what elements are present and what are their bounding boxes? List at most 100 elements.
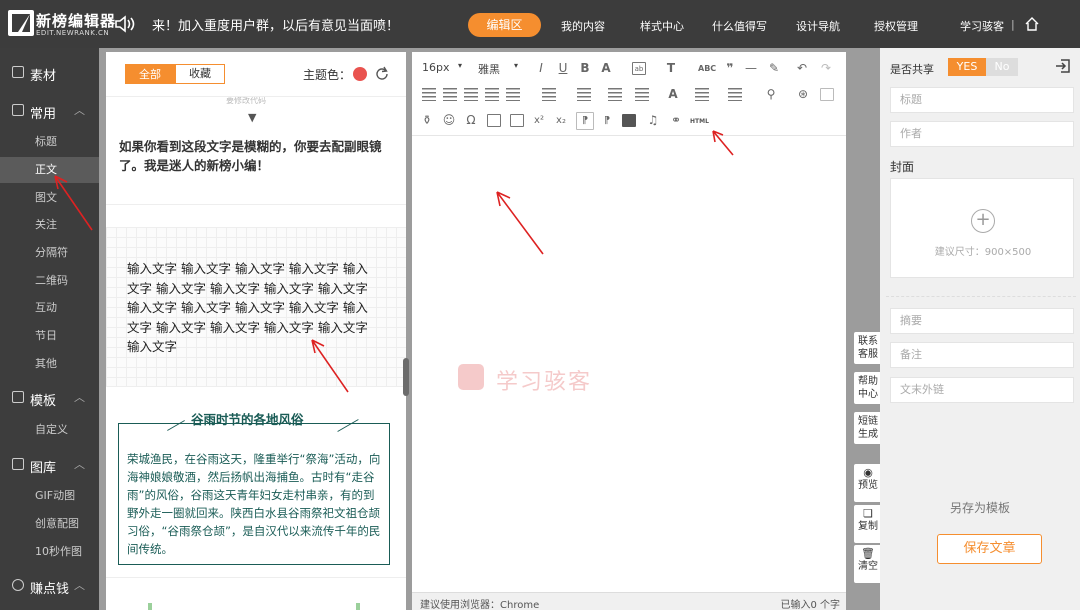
chevron-up-icon[interactable]: ︿ bbox=[74, 456, 85, 472]
copy-button[interactable]: ❏ 复制 bbox=[854, 505, 882, 543]
music-icon[interactable]: ♫ bbox=[646, 114, 660, 127]
template-card-grid-text[interactable]: 输入文字 输入文字 输入文字 输入文字 输入文字 输入文字 输入文字 输入文字 … bbox=[106, 227, 406, 387]
bg-color-icon[interactable]: ab bbox=[632, 62, 646, 75]
sidebar-item-follow[interactable]: 关注 bbox=[0, 212, 99, 238]
emoji-icon[interactable]: ☺ bbox=[442, 114, 456, 127]
chevron-down-icon[interactable]: ▾ bbox=[458, 61, 462, 70]
template-card-blur-text[interactable]: 要修改代码 ▼ 如果你看到这段文字是模糊的，你要去配副眼镜了。我是迷人的新榜小编… bbox=[106, 96, 406, 205]
font-color-icon[interactable]: A bbox=[599, 62, 613, 75]
underline-icon[interactable]: U bbox=[556, 62, 570, 75]
ordered-list-icon[interactable] bbox=[542, 88, 556, 101]
align-left-icon[interactable] bbox=[422, 88, 436, 101]
nav-design-nav[interactable]: 设计导航 bbox=[796, 18, 840, 34]
preview-button[interactable]: ◉ 预览 bbox=[854, 464, 882, 502]
nav-auth-manage[interactable]: 授权管理 bbox=[874, 18, 918, 34]
editor-content-area[interactable]: 学习骇客 bbox=[412, 136, 846, 592]
font-size-up-icon[interactable]: A bbox=[666, 88, 680, 101]
exit-icon[interactable] bbox=[1054, 57, 1072, 75]
paragraph-after-icon[interactable]: ⁋ bbox=[600, 114, 614, 127]
sidebar-item-custom[interactable]: 自定义 bbox=[0, 417, 99, 443]
sidebar-section-template[interactable]: 模板 ︿ bbox=[0, 385, 99, 411]
clear-button[interactable]: 🗑 清空 bbox=[854, 545, 882, 583]
tab-favorites[interactable]: 收藏 bbox=[175, 64, 225, 84]
refresh-icon[interactable] bbox=[375, 66, 389, 80]
sidebar-item-body[interactable]: 正文 bbox=[0, 157, 99, 183]
chevron-up-icon[interactable]: ︿ bbox=[74, 577, 85, 593]
html-source-button[interactable]: HTML bbox=[690, 118, 709, 125]
subscript-icon[interactable]: x₂ bbox=[554, 114, 568, 127]
sidebar-item-creative-image[interactable]: 创意配图 bbox=[0, 511, 99, 537]
image-icon[interactable] bbox=[487, 114, 501, 127]
paint-bucket-icon[interactable]: ⚱ bbox=[420, 114, 434, 127]
italic-icon[interactable]: I bbox=[534, 62, 548, 75]
undo-icon[interactable]: ↶ bbox=[795, 62, 809, 75]
title-input[interactable]: 标题 bbox=[890, 87, 1074, 113]
sidebar-section-common[interactable]: 常用 ︿ bbox=[0, 98, 99, 124]
align-justify-icon[interactable] bbox=[485, 88, 499, 101]
logo-text[interactable]: 新榜编辑器 bbox=[36, 10, 116, 31]
sidebar-item-gif[interactable]: GIF动图 bbox=[0, 483, 99, 509]
external-link-input[interactable]: 文末外链 bbox=[890, 377, 1074, 403]
save-as-template-link[interactable]: 另存为模板 bbox=[880, 499, 1080, 516]
tab-all[interactable]: 全部 bbox=[125, 64, 175, 84]
nav-edit-area[interactable]: 编辑区 bbox=[468, 13, 541, 37]
logo-icon[interactable] bbox=[8, 10, 34, 36]
image-edit-icon[interactable] bbox=[510, 114, 524, 127]
clear-format-icon[interactable]: ABC bbox=[698, 62, 716, 75]
theme-color-swatch[interactable] bbox=[353, 67, 367, 81]
sidebar-item-qrcode[interactable]: 二维码 bbox=[0, 268, 99, 294]
letter-spacing-icon[interactable] bbox=[728, 88, 742, 101]
omega-icon[interactable]: Ω bbox=[464, 114, 478, 127]
sidebar-item-divider[interactable]: 分隔符 bbox=[0, 240, 99, 266]
share-no-toggle[interactable]: No bbox=[986, 58, 1018, 76]
sidebar-item-festival[interactable]: 节日 bbox=[0, 323, 99, 349]
announcement-link[interactable]: 来！加入重度用户群，以后有意见当面喷！ bbox=[152, 15, 399, 34]
font-family-select[interactable]: 雅黑 bbox=[478, 61, 500, 77]
sidebar-item-interact[interactable]: 互动 bbox=[0, 295, 99, 321]
nav-my-content[interactable]: 我的内容 bbox=[561, 18, 605, 34]
indent-icon[interactable] bbox=[608, 88, 622, 101]
video-icon[interactable] bbox=[622, 114, 636, 127]
sidebar-item-title[interactable]: 标题 bbox=[0, 129, 99, 155]
unordered-list-icon[interactable] bbox=[577, 88, 591, 101]
save-article-button[interactable]: 保存文章 bbox=[937, 534, 1042, 564]
author-input[interactable]: 作者 bbox=[890, 121, 1074, 147]
paragraph-spacing-icon[interactable] bbox=[635, 88, 649, 101]
sidebar-section-earn[interactable]: 赚点钱 ︿ bbox=[0, 573, 99, 599]
share-yes-toggle[interactable]: YES bbox=[948, 58, 986, 76]
line-spacing-icon[interactable] bbox=[506, 88, 520, 101]
template-card-partial[interactable] bbox=[106, 577, 406, 610]
link-icon[interactable]: ⚭ bbox=[669, 114, 683, 127]
contact-service-button[interactable]: 联系客服 bbox=[854, 332, 882, 364]
superscript-icon[interactable]: x² bbox=[532, 114, 546, 127]
bold-icon[interactable]: B bbox=[578, 62, 592, 75]
chevron-down-icon[interactable]: ▾ bbox=[514, 61, 518, 70]
text-style-icon[interactable]: T bbox=[664, 62, 678, 75]
search-replace-icon[interactable]: ⊛ bbox=[796, 88, 810, 101]
template-card-guyu[interactable]: 谷雨时节的各地风俗 荣城渔民，在谷雨这天，隆重举行“祭海”活动，向海神娘娘敬酒，… bbox=[106, 387, 406, 577]
fullscreen-icon[interactable] bbox=[820, 88, 834, 101]
format-brush-icon[interactable]: ✎ bbox=[767, 62, 781, 75]
redo-icon[interactable]: ↷ bbox=[819, 62, 833, 75]
quote-icon[interactable]: ❞ bbox=[723, 62, 737, 75]
row-spacing-icon[interactable] bbox=[695, 88, 709, 101]
nav-style-center[interactable]: 样式中心 bbox=[640, 18, 684, 34]
magic-wand-icon[interactable]: ⚲ bbox=[764, 88, 778, 101]
chevron-up-icon[interactable]: ︿ bbox=[74, 102, 85, 118]
note-input[interactable]: 备注 bbox=[890, 342, 1074, 368]
cover-upload[interactable]: + 建议尺寸：900×500 bbox=[890, 178, 1074, 278]
nav-user-name[interactable]: 学习骇客 bbox=[960, 18, 1004, 34]
nav-worth-writing[interactable]: 什么值得写 bbox=[712, 18, 767, 34]
sidebar-section-material[interactable]: 素材 bbox=[0, 60, 99, 86]
home-icon[interactable] bbox=[1024, 16, 1040, 32]
sidebar-item-image-text[interactable]: 图文 bbox=[0, 185, 99, 211]
panel-scrollbar[interactable] bbox=[403, 358, 409, 396]
help-center-button[interactable]: 帮助中心 bbox=[854, 372, 882, 404]
summary-input[interactable]: 摘要 bbox=[890, 308, 1074, 334]
align-center-icon[interactable] bbox=[443, 88, 457, 101]
short-link-button[interactable]: 短链生成 bbox=[854, 412, 882, 444]
sidebar-item-quick-image[interactable]: 10秒作图 bbox=[0, 539, 99, 565]
align-right-icon[interactable] bbox=[464, 88, 478, 101]
chevron-up-icon[interactable]: ︿ bbox=[74, 389, 85, 405]
font-size-select[interactable]: 16px bbox=[422, 61, 450, 74]
